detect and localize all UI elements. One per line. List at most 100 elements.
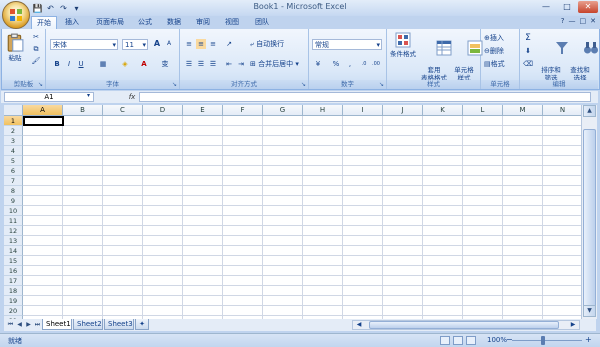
row-header-6[interactable]: 6 bbox=[4, 166, 23, 176]
minimize-button[interactable]: — bbox=[536, 1, 556, 13]
insert-sheet-icon[interactable]: ✦ bbox=[135, 319, 149, 330]
formula-input[interactable] bbox=[139, 92, 591, 102]
merge-center-button[interactable]: ⊞ 合并后居中 ▾ bbox=[250, 59, 299, 70]
next-sheet-icon[interactable]: ▶ bbox=[24, 320, 33, 330]
comma-button[interactable]: , bbox=[345, 59, 355, 69]
row-header-12[interactable]: 12 bbox=[4, 226, 23, 236]
align-middle-icon[interactable]: ≡ bbox=[196, 39, 206, 49]
vertical-scrollbar[interactable]: ▲ ▼ bbox=[581, 105, 597, 319]
name-box[interactable]: A1 bbox=[4, 92, 94, 102]
shrink-font-button[interactable]: A bbox=[164, 39, 174, 49]
column-header-c[interactable]: C bbox=[103, 105, 143, 116]
scroll-right-icon[interactable]: ▶ bbox=[567, 321, 579, 329]
help-icon[interactable]: ? bbox=[561, 17, 565, 25]
row-header-15[interactable]: 15 bbox=[4, 256, 23, 266]
scroll-down-icon[interactable]: ▼ bbox=[583, 305, 596, 317]
zoom-level[interactable]: 100% bbox=[487, 336, 507, 344]
zoom-slider[interactable] bbox=[512, 340, 582, 341]
format-painter-icon[interactable]: 🖌 bbox=[31, 56, 41, 66]
row-header-19[interactable]: 19 bbox=[4, 296, 23, 306]
row-header-13[interactable]: 13 bbox=[4, 236, 23, 246]
tab-insert[interactable]: 插入 bbox=[60, 16, 84, 29]
cut-icon[interactable]: ✂ bbox=[31, 32, 41, 42]
font-size-select[interactable]: 11 ▾ bbox=[122, 39, 148, 50]
increase-decimal-icon[interactable]: .0 bbox=[359, 59, 369, 69]
increase-indent-icon[interactable]: ⇥ bbox=[236, 59, 246, 69]
worksheet-grid[interactable]: ABCDEFGHIJKLMN 1 2 3 4 5 6 7 8 9 10 11 12 13 14 15 16 17… bbox=[4, 105, 581, 319]
copy-icon[interactable]: ⧉ bbox=[31, 44, 41, 54]
format-cells-button[interactable]: ▤格式 bbox=[484, 59, 505, 70]
align-right-icon[interactable]: ☰ bbox=[208, 59, 218, 69]
clipboard-launcher-icon[interactable]: ↘ bbox=[38, 82, 44, 88]
align-center-icon[interactable]: ☰ bbox=[196, 59, 206, 69]
scroll-left-icon[interactable]: ◀ bbox=[353, 321, 365, 329]
maximize-button[interactable]: □ bbox=[557, 1, 577, 13]
insert-cells-button[interactable]: ⊕插入 bbox=[484, 33, 504, 44]
tab-data[interactable]: 数据 bbox=[162, 16, 186, 29]
number-format-select[interactable]: 常规 ▾ bbox=[312, 39, 382, 50]
borders-icon[interactable]: ▦ bbox=[98, 59, 108, 69]
fill-icon[interactable]: ⬇ bbox=[523, 46, 533, 56]
tab-formulas[interactable]: 公式 bbox=[133, 16, 157, 29]
select-all-button[interactable] bbox=[4, 105, 23, 116]
font-color-button[interactable]: A bbox=[139, 59, 149, 69]
paste-button[interactable]: 粘贴 bbox=[4, 32, 26, 62]
zoom-slider-knob[interactable] bbox=[541, 336, 545, 345]
row-header-10[interactable]: 10 bbox=[4, 206, 23, 216]
column-header-d[interactable]: D bbox=[143, 105, 183, 116]
column-header-l[interactable]: L bbox=[463, 105, 503, 116]
align-top-icon[interactable]: ≡ bbox=[184, 39, 194, 49]
sheet-tab-3[interactable]: Sheet3 bbox=[104, 319, 134, 330]
row-header-11[interactable]: 11 bbox=[4, 216, 23, 226]
horizontal-scrollbar[interactable]: ◀ ▶ bbox=[352, 320, 580, 330]
font-name-select[interactable]: 宋体 ▾ bbox=[50, 39, 118, 50]
tab-review[interactable]: 审阅 bbox=[191, 16, 215, 29]
percent-button[interactable]: % bbox=[331, 59, 341, 69]
office-button[interactable] bbox=[2, 1, 30, 29]
page-layout-view-icon[interactable] bbox=[453, 336, 463, 345]
row-header-3[interactable]: 3 bbox=[4, 136, 23, 146]
tab-home[interactable]: 开始 bbox=[31, 16, 57, 30]
normal-view-icon[interactable] bbox=[440, 336, 450, 345]
tab-view[interactable]: 视图 bbox=[220, 16, 244, 29]
column-header-k[interactable]: K bbox=[423, 105, 463, 116]
column-header-a[interactable]: A bbox=[23, 105, 63, 116]
chevron-down-icon[interactable]: ▾ bbox=[87, 92, 90, 99]
horizontal-scroll-thumb[interactable] bbox=[369, 321, 559, 329]
column-header-b[interactable]: B bbox=[63, 105, 103, 116]
row-header-20[interactable]: 20 bbox=[4, 306, 23, 316]
decrease-decimal-icon[interactable]: .00 bbox=[371, 59, 381, 69]
row-header-1[interactable]: 1 bbox=[4, 116, 23, 126]
currency-button[interactable]: ¥ bbox=[313, 59, 323, 69]
tab-team[interactable]: 团队 bbox=[250, 16, 274, 29]
align-bottom-icon[interactable]: ≡ bbox=[208, 39, 218, 49]
row-header-4[interactable]: 4 bbox=[4, 146, 23, 156]
doc-minimize-button[interactable]: — bbox=[569, 17, 576, 25]
decrease-indent-icon[interactable]: ⇤ bbox=[224, 59, 234, 69]
conditional-formatting-button[interactable]: 条件格式 bbox=[389, 32, 417, 58]
column-header-g[interactable]: G bbox=[263, 105, 303, 116]
row-header-16[interactable]: 16 bbox=[4, 266, 23, 276]
vertical-scroll-thumb[interactable] bbox=[583, 129, 596, 309]
close-button[interactable]: ✕ bbox=[578, 1, 598, 13]
row-header-5[interactable]: 5 bbox=[4, 156, 23, 166]
row-header-14[interactable]: 14 bbox=[4, 246, 23, 256]
column-header-i[interactable]: I bbox=[343, 105, 383, 116]
first-sheet-icon[interactable]: ⏮ bbox=[6, 320, 15, 330]
delete-cells-button[interactable]: ⊖删除 bbox=[484, 46, 504, 57]
row-header-2[interactable]: 2 bbox=[4, 126, 23, 136]
sheet-tab-2[interactable]: Sheet2 bbox=[73, 319, 103, 330]
clear-icon[interactable]: ⌫ bbox=[523, 59, 533, 69]
wrap-text-button[interactable]: ⤶ 自动换行 bbox=[250, 39, 284, 50]
align-left-icon[interactable]: ☰ bbox=[184, 59, 194, 69]
number-launcher-icon[interactable]: ↘ bbox=[379, 82, 385, 88]
scroll-up-icon[interactable]: ▲ bbox=[583, 105, 596, 117]
autosum-button[interactable]: Σ bbox=[523, 33, 533, 43]
underline-button[interactable]: U bbox=[76, 59, 86, 69]
bold-button[interactable]: B bbox=[52, 59, 62, 69]
column-header-j[interactable]: J bbox=[383, 105, 423, 116]
column-header-n[interactable]: N bbox=[543, 105, 581, 116]
column-header-e[interactable]: E bbox=[183, 105, 223, 116]
grow-font-button[interactable]: A bbox=[152, 39, 162, 49]
active-cell[interactable] bbox=[23, 116, 64, 126]
